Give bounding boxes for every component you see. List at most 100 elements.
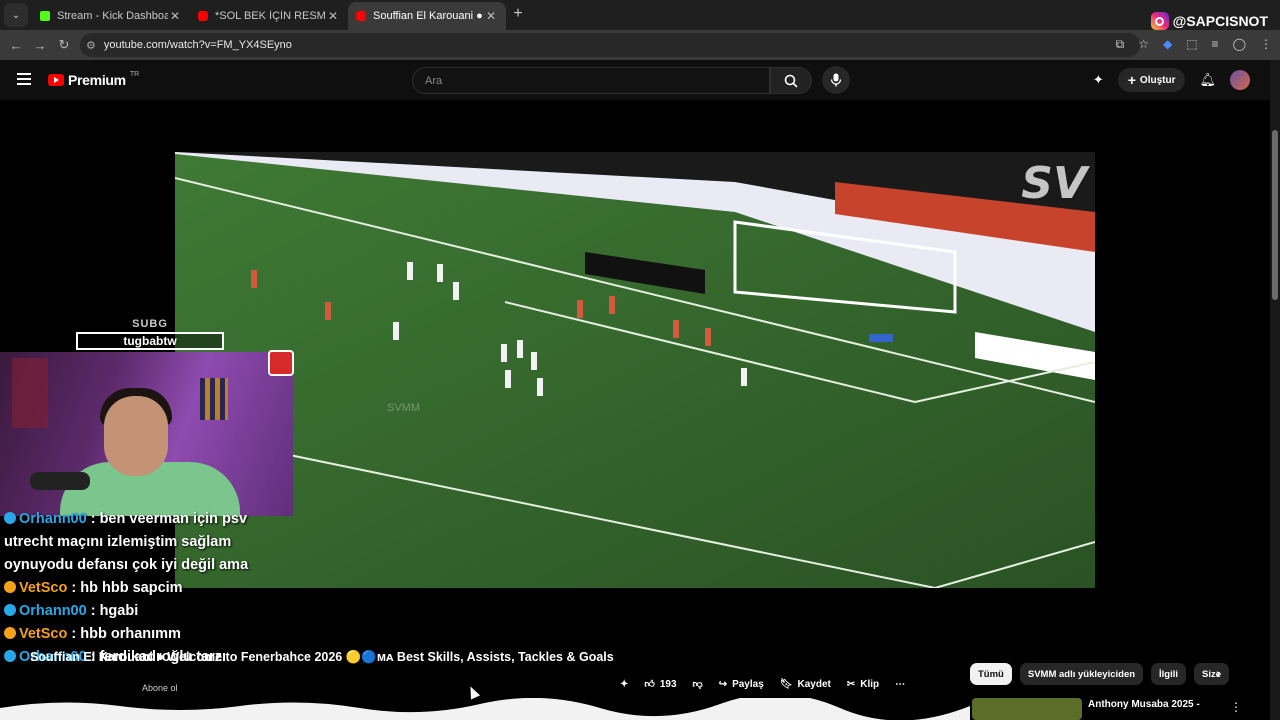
tab-search-icon[interactable]: ⌄ <box>4 3 28 27</box>
ai-sparkle-icon[interactable]: ✦ <box>1093 72 1104 88</box>
address-bar-row: ← → ↻ ⚙ youtube.com/watch?v=FM_YX4SEyno … <box>0 30 1280 60</box>
region-code: TR <box>129 70 140 78</box>
chat-message: Orhann00 : ben veerman için psv utrecht … <box>4 508 274 577</box>
new-tab-button[interactable]: + <box>506 3 530 27</box>
extension-icon[interactable]: ◆ <box>1163 37 1172 52</box>
bookmark-star-icon[interactable]: ☆ <box>1138 37 1149 52</box>
voice-search-button[interactable] <box>822 66 850 94</box>
create-label: Oluştur <box>1139 74 1176 86</box>
tab-title: Souffian El Karouani ● Welcome <box>373 10 484 22</box>
chat-username: Orhann00 <box>19 603 87 619</box>
webcam-overlay <box>0 352 293 516</box>
instagram-icon <box>1150 12 1169 30</box>
browser-menu-icon[interactable]: ⋮ <box>1260 37 1272 52</box>
youtube-favicon-icon <box>198 11 208 21</box>
subscribe-button[interactable]: Abone ol <box>142 683 178 693</box>
like-button[interactable]: 👍︎ 193 <box>644 678 677 691</box>
plus-icon: + <box>1127 72 1136 88</box>
chat-text: : hgabi <box>90 603 139 619</box>
reload-icon[interactable]: ↻ <box>52 37 76 53</box>
ai-ask-icon[interactable]: ✦ <box>620 679 628 690</box>
forward-icon[interactable]: → <box>28 38 52 53</box>
thumbs-down-icon: 👎︎ <box>692 679 703 690</box>
share-label: Paylaş <box>732 678 764 690</box>
scrollbar-thumb[interactable] <box>1272 130 1278 300</box>
sub-goal-label: SUBG <box>132 318 168 330</box>
instagram-overlay: @SAPCISNOT <box>1150 12 1268 30</box>
search-placeholder: Ara <box>425 74 443 87</box>
video-actions: ✦ 👍︎ 193 👎︎ ↪ Paylaş 🔖︎ Kaydet ✂ Klip ⋯ <box>620 678 905 691</box>
header-actions: ✦ + Oluştur 🔔︎ <box>1093 68 1250 92</box>
search-input[interactable]: Ara <box>412 67 770 94</box>
toolbar-icons: ⧉ ☆ ◆ ⬚ ≡ ◯ ⋮ <box>1116 37 1272 52</box>
chat-message: VetSco : hb hbb sapcim <box>4 577 304 600</box>
recommended-video-thumbnail[interactable] <box>972 698 1082 720</box>
stream-chat-overlay: Orhann00 : ben veerman için psv utrecht … <box>4 508 304 669</box>
overlay-wave-decoration <box>0 698 970 720</box>
site-info-icon[interactable]: ⚙ <box>86 39 96 52</box>
recommendation-chips: Tümü SVMM adlı yükleyiciden İlgili Size <box>970 663 1230 685</box>
save-button[interactable]: 🔖︎ Kaydet <box>780 679 831 690</box>
clip-button[interactable]: ✂ Klip <box>847 679 879 690</box>
url-text: youtube.com/watch?v=FM_YX4SEyno <box>103 39 292 51</box>
menu-icon[interactable] <box>17 73 31 85</box>
bookmark-icon: 🔖︎ <box>779 678 793 690</box>
video-frame <box>175 152 1095 588</box>
share-button[interactable]: ↪ Paylaş <box>719 679 764 690</box>
page-scrollbar[interactable] <box>1270 60 1280 720</box>
share-icon: ↪ <box>718 678 728 690</box>
sub-goal-name: tugbabtw <box>76 332 224 350</box>
chat-username: Orhann00 <box>19 511 87 527</box>
search-button[interactable] <box>770 67 812 94</box>
url-field[interactable]: ⚙ youtube.com/watch?v=FM_YX4SEyno <box>80 33 1140 57</box>
tab-kick-dashboard[interactable]: Stream - Kick Dashboard ✕ <box>32 2 190 30</box>
thumbs-up-icon: 👍︎ <box>644 679 655 690</box>
chat-badge-icon <box>4 650 16 662</box>
save-label: Kaydet <box>797 678 831 690</box>
dislike-button[interactable]: 👎︎ <box>693 678 703 690</box>
recommended-video-title[interactable]: Anthony Musaba 2025 - <box>1088 699 1200 710</box>
like-count: 193 <box>659 678 677 690</box>
chat-badge-icon <box>4 512 16 524</box>
channel-corner-logo: SV <box>1021 158 1087 209</box>
chat-badge-icon <box>4 627 16 639</box>
extensions-puzzle-icon[interactable]: ⬚ <box>1186 37 1197 52</box>
video-watermark: SVMM <box>387 402 420 414</box>
close-tab-icon[interactable]: ✕ <box>484 9 498 23</box>
tab-title: Stream - Kick Dashboard <box>57 10 168 22</box>
chip-related[interactable]: İlgili <box>1151 663 1187 685</box>
logo-text: Premium <box>68 72 126 88</box>
chip-for-you[interactable]: Size <box>1194 663 1230 685</box>
create-button[interactable]: + Oluştur <box>1117 68 1186 92</box>
chip-uploader[interactable]: SVMM adlı yükleyiciden <box>1019 663 1144 685</box>
back-icon[interactable]: ← <box>4 38 28 53</box>
search-icon <box>784 74 798 88</box>
tab-souffian[interactable]: Souffian El Karouani ● Welcome ✕ <box>348 2 506 30</box>
clip-label: Klip <box>860 678 880 690</box>
tab-sol-bek[interactable]: *SOL BEK İÇİN RESMİ TEKLİF YAPILDI* ✕ <box>190 2 348 30</box>
chat-text: : hbb orhanımm <box>71 626 181 642</box>
profile-icon[interactable]: ◯ <box>1233 37 1246 52</box>
video-player[interactable]: SVMM SV <box>175 152 1095 588</box>
video-title: Souffian El Karouani ● Welcome to Fenerb… <box>30 650 614 664</box>
more-vert-icon[interactable]: ⋮ <box>1230 700 1242 714</box>
install-app-icon[interactable]: ⧉ <box>1116 37 1125 52</box>
tab-title: *SOL BEK İÇİN RESMİ TEKLİF YAPILDI* <box>215 10 326 22</box>
chat-message: VetSco : hbb orhanımm <box>4 623 304 646</box>
microphone-icon <box>830 73 842 87</box>
youtube-play-icon <box>48 74 64 86</box>
youtube-favicon-icon <box>356 11 366 21</box>
more-actions-button[interactable]: ⋯ <box>895 679 905 690</box>
youtube-logo[interactable]: Premium TR <box>48 70 140 88</box>
youtube-header: Premium TR Ara ✦ + Oluştur 🔔︎ <box>0 60 1270 100</box>
account-avatar[interactable] <box>1230 70 1250 90</box>
close-tab-icon[interactable]: ✕ <box>168 9 182 23</box>
gift-icon <box>268 350 294 376</box>
more-icon: ⋯ <box>895 678 906 690</box>
media-icon[interactable]: ≡ <box>1212 37 1219 52</box>
chevron-right-icon[interactable]: › <box>1216 665 1221 681</box>
close-tab-icon[interactable]: ✕ <box>326 9 340 23</box>
chat-badge-icon <box>4 604 16 616</box>
chip-all[interactable]: Tümü <box>970 663 1012 685</box>
notifications-bell-icon[interactable]: 🔔︎ <box>1199 72 1216 88</box>
